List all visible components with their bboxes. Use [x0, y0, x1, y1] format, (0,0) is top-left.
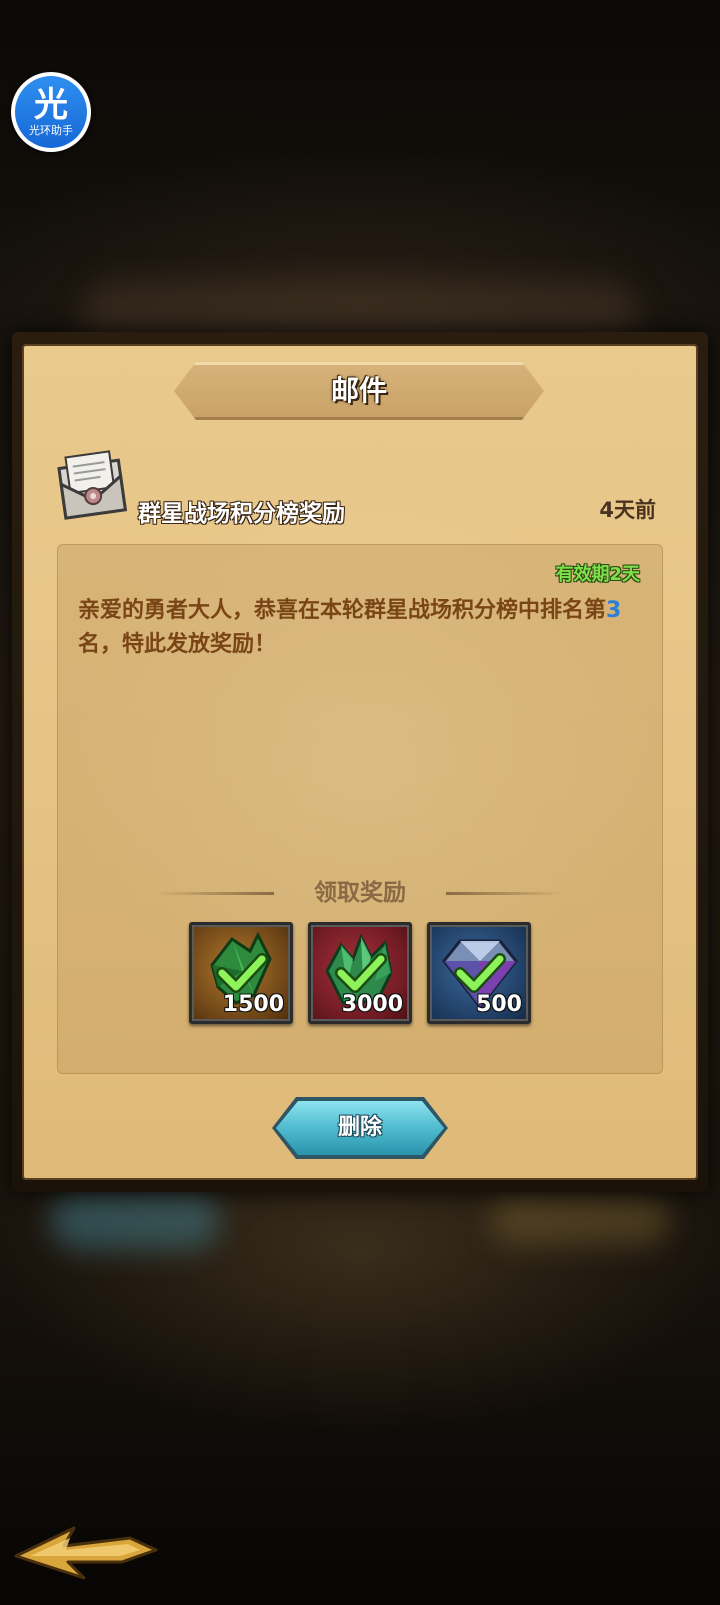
assistant-floating-button[interactable]: 光 光环助手 [11, 72, 91, 152]
reward-quantity: 500 [476, 992, 522, 1017]
game-screen: 光 光环助手 邮件 群星战场积分榜奖励 4天前 有效期2天 亲爱的勇者大人，恭喜… [0, 0, 720, 1605]
assistant-glyph: 光 [34, 85, 68, 125]
back-arrow-icon[interactable] [10, 1516, 160, 1586]
background-blur [490, 1195, 670, 1245]
delete-button-label[interactable]: 删除 [276, 1101, 444, 1155]
message-text-1: 亲爱的勇者大人，恭喜在本轮群星战场积分榜中排名第 [78, 598, 607, 623]
assistant-logo-icon: 光 光环助手 [15, 76, 87, 148]
rewards-header-label: 领取奖励 [314, 880, 406, 906]
reward-item[interactable]: 1500 [189, 922, 293, 1024]
background-blur [50, 1190, 220, 1250]
message-text-2: 名，特此发放奖励！ [78, 632, 277, 657]
reward-quantity: 1500 [222, 992, 284, 1017]
mail-message: 亲爱的勇者大人，恭喜在本轮群星战场积分榜中排名第3 名，特此发放奖励！ [78, 594, 658, 662]
rank-number: 3 [606, 598, 622, 623]
dialog-title: 邮件 [330, 374, 387, 407]
mail-subject: 群星战场积分榜奖励 [138, 501, 345, 527]
rewards-header: 领取奖励 [150, 876, 570, 910]
assistant-caption: 光环助手 [29, 124, 73, 137]
reward-quantity: 3000 [341, 992, 403, 1017]
reward-item[interactable]: 500 [427, 922, 531, 1024]
mail-received-time: 4天前 [599, 498, 656, 522]
validity-label: 有效期2天 [555, 564, 640, 585]
envelope-icon [57, 450, 128, 520]
reward-item[interactable]: 3000 [308, 922, 412, 1024]
